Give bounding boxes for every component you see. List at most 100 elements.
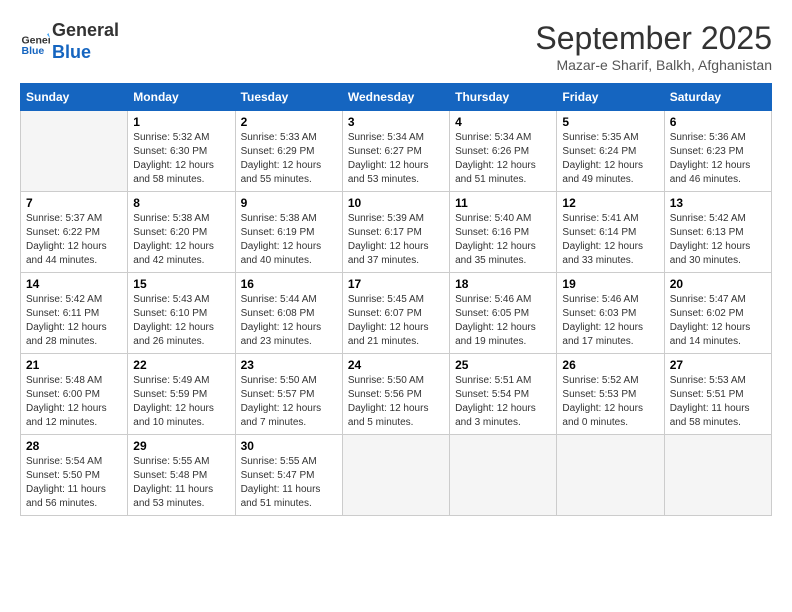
day-number: 21 bbox=[26, 358, 122, 372]
day-info: Sunrise: 5:40 AMSunset: 6:16 PMDaylight:… bbox=[455, 212, 551, 268]
calendar-cell: 14Sunrise: 5:42 AMSunset: 6:11 PMDayligh… bbox=[21, 273, 128, 354]
day-number: 19 bbox=[562, 277, 658, 291]
calendar-cell: 5 Sunrise: 5:35 AMSunset: 6:24 PMDaylight… bbox=[557, 111, 664, 192]
day-number: 11 bbox=[455, 196, 551, 210]
calendar-cell: 21 Sunrise: 5:48 AMSunset: 6:00 PMDayligh… bbox=[21, 354, 128, 435]
day-number: 20 bbox=[670, 277, 766, 291]
calendar-cell: 23Sunrise: 5:50 AMSunset: 5:57 PMDayligh… bbox=[235, 354, 342, 435]
calendar-cell: 26 Sunrise: 5:52 AMSunset: 5:53 PMDayligh… bbox=[557, 354, 664, 435]
page-header: General Blue General Blue September 2025… bbox=[20, 20, 772, 73]
day-number: 18 bbox=[455, 277, 551, 291]
calendar-cell: 20 Sunrise: 5:47 AMSunset: 6:02 PMDayligh… bbox=[664, 273, 771, 354]
day-number: 14 bbox=[26, 277, 122, 291]
day-info: Sunrise: 5:42 AMSunset: 6:13 PMDaylight:… bbox=[670, 212, 766, 268]
calendar-week-row: 28 Sunrise: 5:54 AMSunset: 5:50 PMDayligh… bbox=[21, 435, 772, 516]
day-info: Sunrise: 5:54 AMSunset: 5:50 PMDaylight:… bbox=[26, 455, 122, 511]
calendar-cell: 11 Sunrise: 5:40 AMSunset: 6:16 PMDayligh… bbox=[450, 192, 557, 273]
weekday-header: Wednesday bbox=[342, 84, 449, 111]
calendar-cell: 3 Sunrise: 5:34 AMSunset: 6:27 PMDaylight… bbox=[342, 111, 449, 192]
day-info: Sunrise: 5:41 AMSunset: 6:14 PMDaylight:… bbox=[562, 212, 658, 268]
calendar-cell: 4Sunrise: 5:34 AMSunset: 6:26 PMDaylight… bbox=[450, 111, 557, 192]
day-number: 28 bbox=[26, 439, 122, 453]
calendar-cell: 9Sunrise: 5:38 AMSunset: 6:19 PMDaylight… bbox=[235, 192, 342, 273]
calendar-week-row: 14Sunrise: 5:42 AMSunset: 6:11 PMDayligh… bbox=[21, 273, 772, 354]
calendar-cell: 24 Sunrise: 5:50 AMSunset: 5:56 PMDayligh… bbox=[342, 354, 449, 435]
day-number: 30 bbox=[241, 439, 337, 453]
day-number: 29 bbox=[133, 439, 229, 453]
day-number: 1 bbox=[133, 115, 229, 129]
day-number: 15 bbox=[133, 277, 229, 291]
day-number: 5 bbox=[562, 115, 658, 129]
day-info: Sunrise: 5:34 AMSunset: 6:27 PMDaylight:… bbox=[348, 131, 444, 187]
day-info: Sunrise: 5:55 AMSunset: 5:48 PMDaylight:… bbox=[133, 455, 229, 511]
day-info: Sunrise: 5:52 AMSunset: 5:53 PMDaylight:… bbox=[562, 374, 658, 430]
day-number: 27 bbox=[670, 358, 766, 372]
calendar-cell bbox=[557, 435, 664, 516]
calendar-cell: 15Sunrise: 5:43 AMSunset: 6:10 PMDayligh… bbox=[128, 273, 235, 354]
day-info: Sunrise: 5:33 AMSunset: 6:29 PMDaylight:… bbox=[241, 131, 337, 187]
day-info: Sunrise: 5:37 AMSunset: 6:22 PMDaylight:… bbox=[26, 212, 122, 268]
day-info: Sunrise: 5:35 AMSunset: 6:24 PMDaylight:… bbox=[562, 131, 658, 187]
day-info: Sunrise: 5:32 AMSunset: 6:30 PMDaylight:… bbox=[133, 131, 229, 187]
day-number: 26 bbox=[562, 358, 658, 372]
day-number: 10 bbox=[348, 196, 444, 210]
calendar-cell: 17 Sunrise: 5:45 AMSunset: 6:07 PMDayligh… bbox=[342, 273, 449, 354]
weekday-header: Friday bbox=[557, 84, 664, 111]
calendar-cell: 28 Sunrise: 5:54 AMSunset: 5:50 PMDayligh… bbox=[21, 435, 128, 516]
calendar-cell: 18 Sunrise: 5:46 AMSunset: 6:05 PMDayligh… bbox=[450, 273, 557, 354]
day-number: 25 bbox=[455, 358, 551, 372]
calendar-table: SundayMondayTuesdayWednesdayThursdayFrid… bbox=[20, 83, 772, 516]
calendar-cell: 2 Sunrise: 5:33 AMSunset: 6:29 PMDaylight… bbox=[235, 111, 342, 192]
title-block: September 2025 Mazar-e Sharif, Balkh, Af… bbox=[535, 20, 772, 73]
day-number: 12 bbox=[562, 196, 658, 210]
weekday-header: Saturday bbox=[664, 84, 771, 111]
day-info: Sunrise: 5:55 AMSunset: 5:47 PMDaylight:… bbox=[241, 455, 337, 511]
day-info: Sunrise: 5:36 AMSunset: 6:23 PMDaylight:… bbox=[670, 131, 766, 187]
calendar-cell bbox=[342, 435, 449, 516]
day-info: Sunrise: 5:44 AMSunset: 6:08 PMDaylight:… bbox=[241, 293, 337, 349]
logo-icon: General Blue bbox=[20, 27, 50, 57]
day-info: Sunrise: 5:45 AMSunset: 6:07 PMDaylight:… bbox=[348, 293, 444, 349]
weekday-header: Thursday bbox=[450, 84, 557, 111]
day-info: Sunrise: 5:39 AMSunset: 6:17 PMDaylight:… bbox=[348, 212, 444, 268]
location-subtitle: Mazar-e Sharif, Balkh, Afghanistan bbox=[535, 57, 772, 73]
calendar-cell: 13Sunrise: 5:42 AMSunset: 6:13 PMDayligh… bbox=[664, 192, 771, 273]
svg-text:Blue: Blue bbox=[22, 45, 45, 57]
day-number: 8 bbox=[133, 196, 229, 210]
logo-text: General Blue bbox=[52, 20, 119, 63]
day-info: Sunrise: 5:48 AMSunset: 6:00 PMDaylight:… bbox=[26, 374, 122, 430]
day-info: Sunrise: 5:49 AMSunset: 5:59 PMDaylight:… bbox=[133, 374, 229, 430]
day-info: Sunrise: 5:46 AMSunset: 6:03 PMDaylight:… bbox=[562, 293, 658, 349]
day-info: Sunrise: 5:53 AMSunset: 5:51 PMDaylight:… bbox=[670, 374, 766, 430]
month-title: September 2025 bbox=[535, 20, 772, 57]
header-row: SundayMondayTuesdayWednesdayThursdayFrid… bbox=[21, 84, 772, 111]
day-info: Sunrise: 5:51 AMSunset: 5:54 PMDaylight:… bbox=[455, 374, 551, 430]
calendar-cell: 29 Sunrise: 5:55 AMSunset: 5:48 PMDayligh… bbox=[128, 435, 235, 516]
calendar-cell: 22 Sunrise: 5:49 AMSunset: 5:59 PMDayligh… bbox=[128, 354, 235, 435]
calendar-cell: 10 Sunrise: 5:39 AMSunset: 6:17 PMDayligh… bbox=[342, 192, 449, 273]
calendar-week-row: 1 Sunrise: 5:32 AMSunset: 6:30 PMDaylight… bbox=[21, 111, 772, 192]
day-number: 16 bbox=[241, 277, 337, 291]
calendar-cell: 1 Sunrise: 5:32 AMSunset: 6:30 PMDaylight… bbox=[128, 111, 235, 192]
calendar-week-row: 7 Sunrise: 5:37 AMSunset: 6:22 PMDaylight… bbox=[21, 192, 772, 273]
day-number: 3 bbox=[348, 115, 444, 129]
logo: General Blue General Blue bbox=[20, 20, 119, 63]
calendar-cell: 7 Sunrise: 5:37 AMSunset: 6:22 PMDaylight… bbox=[21, 192, 128, 273]
day-number: 7 bbox=[26, 196, 122, 210]
day-info: Sunrise: 5:47 AMSunset: 6:02 PMDaylight:… bbox=[670, 293, 766, 349]
calendar-cell: 6Sunrise: 5:36 AMSunset: 6:23 PMDaylight… bbox=[664, 111, 771, 192]
calendar-cell: 25 Sunrise: 5:51 AMSunset: 5:54 PMDayligh… bbox=[450, 354, 557, 435]
day-number: 4 bbox=[455, 115, 551, 129]
weekday-header: Tuesday bbox=[235, 84, 342, 111]
day-number: 22 bbox=[133, 358, 229, 372]
logo-line2: Blue bbox=[52, 42, 91, 62]
day-info: Sunrise: 5:46 AMSunset: 6:05 PMDaylight:… bbox=[455, 293, 551, 349]
calendar-cell: 8Sunrise: 5:38 AMSunset: 6:20 PMDaylight… bbox=[128, 192, 235, 273]
day-info: Sunrise: 5:50 AMSunset: 5:56 PMDaylight:… bbox=[348, 374, 444, 430]
day-number: 2 bbox=[241, 115, 337, 129]
day-info: Sunrise: 5:50 AMSunset: 5:57 PMDaylight:… bbox=[241, 374, 337, 430]
calendar-cell: 19 Sunrise: 5:46 AMSunset: 6:03 PMDayligh… bbox=[557, 273, 664, 354]
calendar-cell bbox=[450, 435, 557, 516]
day-number: 24 bbox=[348, 358, 444, 372]
day-number: 17 bbox=[348, 277, 444, 291]
